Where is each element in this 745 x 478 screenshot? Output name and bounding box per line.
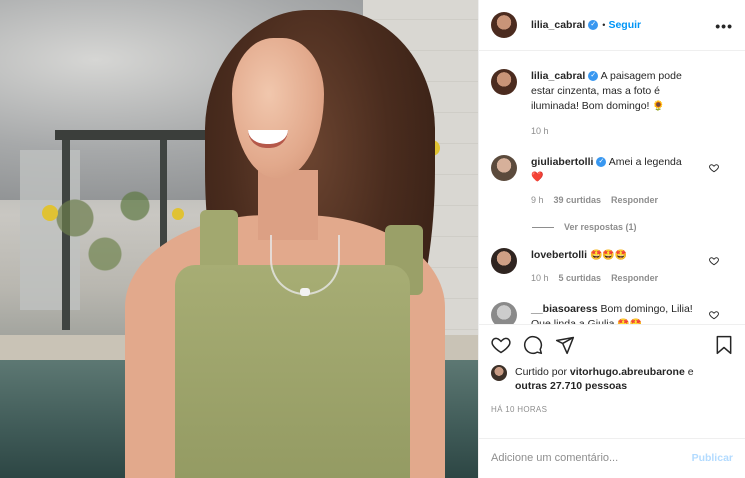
comment-icon[interactable] xyxy=(523,335,543,355)
separator-dot: • xyxy=(602,20,606,31)
author-avatar[interactable] xyxy=(491,12,517,39)
view-replies-label[interactable]: Ver respostas (1) xyxy=(564,222,637,232)
reply-button[interactable]: Responder xyxy=(611,193,658,208)
comment-username[interactable]: giuliabertolli xyxy=(531,156,593,168)
liker-username[interactable]: vitorhugo.abreubarone xyxy=(570,366,685,378)
comment-meta: 10 h 5 curtidas Responder xyxy=(531,271,705,286)
like-comment-icon[interactable] xyxy=(709,310,719,320)
post-timestamp[interactable]: HÁ 10 HORAS xyxy=(491,405,733,414)
caption-body: lilia_cabral ✓ A paisagem pode estar cinz… xyxy=(531,69,733,139)
likes-text: Curtido por vitorhugo.abreubarone e outr… xyxy=(515,365,694,393)
comment-username[interactable]: __biasoaress xyxy=(531,303,598,315)
comment-item: lovebertolli 🤩🤩🤩 10 h 5 curtidas Respond… xyxy=(491,248,733,286)
caption-meta: 10 h xyxy=(531,124,705,139)
comment-input[interactable] xyxy=(491,452,692,465)
photo-flower xyxy=(42,205,58,221)
comment-avatar[interactable] xyxy=(491,302,517,324)
publish-button[interactable]: Publicar xyxy=(692,452,733,464)
comment-body: giuliabertolli ✓ Amei a legenda ❤️ 9 h 39… xyxy=(531,155,733,208)
comment-likes[interactable]: 5 curtidas xyxy=(559,271,602,286)
comment-item: __biasoaress Bom domingo, Lilia! Que lin… xyxy=(491,302,733,324)
comment-likes[interactable]: 39 curtidas xyxy=(554,193,602,208)
verified-icon: ✓ xyxy=(596,157,607,168)
photo-flower xyxy=(172,208,184,220)
post-actions: Curtido por vitorhugo.abreubarone e outr… xyxy=(479,323,745,438)
like-icon[interactable] xyxy=(491,335,511,355)
likes-summary: Curtido por vitorhugo.abreubarone e outr… xyxy=(491,364,733,393)
likes-middle: e xyxy=(687,365,694,378)
heart-emoji: ❤️ xyxy=(531,172,544,184)
replies-line xyxy=(532,226,554,228)
share-icon[interactable] xyxy=(555,335,575,355)
comment-body: __biasoaress Bom domingo, Lilia! Que lin… xyxy=(531,302,733,324)
star-eyes-emoji: 🤩🤩🤩 xyxy=(589,250,628,262)
caption-avatar[interactable] xyxy=(491,69,517,96)
post-sidebar: lilia_cabral ✓ • Seguir ••• lilia_cabral… xyxy=(478,0,745,478)
comment-meta: 9 h 39 curtidas Responder xyxy=(531,193,705,208)
caption-username[interactable]: lilia_cabral xyxy=(531,70,585,82)
verified-icon: ✓ xyxy=(588,20,599,31)
comment-item: giuliabertolli ✓ Amei a legenda ❤️ 9 h 39… xyxy=(491,155,733,208)
post-photo[interactable] xyxy=(0,0,478,478)
caption-time[interactable]: 10 h xyxy=(531,124,549,139)
reply-button[interactable]: Responder xyxy=(611,271,658,286)
liker-avatar[interactable] xyxy=(491,364,507,381)
comment-avatar[interactable] xyxy=(491,155,517,182)
author-info: lilia_cabral ✓ • Seguir xyxy=(531,19,641,31)
author-username[interactable]: lilia_cabral xyxy=(531,19,585,31)
sunflower-emoji: 🌻 xyxy=(652,101,665,113)
comment-time[interactable]: 10 h xyxy=(531,271,549,286)
comment-username[interactable]: lovebertolli xyxy=(531,249,587,261)
likes-prefix: Curtido por xyxy=(515,365,567,378)
like-comment-icon[interactable] xyxy=(709,163,719,173)
photo-dress xyxy=(175,265,410,478)
comment-body: lovebertolli 🤩🤩🤩 10 h 5 curtidas Respond… xyxy=(531,248,733,286)
instagram-post: lilia_cabral ✓ • Seguir ••• lilia_cabral… xyxy=(0,0,745,478)
comment-avatar[interactable] xyxy=(491,248,517,275)
more-options-icon[interactable]: ••• xyxy=(715,18,733,34)
caption: lilia_cabral ✓ A paisagem pode estar cinz… xyxy=(491,69,733,139)
view-replies[interactable]: Ver respostas (1) xyxy=(532,222,733,232)
verified-icon: ✓ xyxy=(588,71,599,82)
photo-neck xyxy=(258,170,318,240)
photo-pendant xyxy=(300,288,310,296)
likes-others[interactable]: outras 27.710 pessoas xyxy=(515,380,627,392)
post-header: lilia_cabral ✓ • Seguir ••• xyxy=(479,0,745,52)
comment-time[interactable]: 9 h xyxy=(531,193,544,208)
bookmark-icon[interactable] xyxy=(715,335,733,355)
action-icons xyxy=(491,333,733,357)
comment-text: Amei a legenda xyxy=(608,156,682,169)
add-comment-bar: Publicar xyxy=(479,437,745,478)
comments-list[interactable]: lilia_cabral ✓ A paisagem pode estar cinz… xyxy=(479,51,745,324)
like-comment-icon[interactable] xyxy=(709,256,719,266)
follow-button[interactable]: Seguir xyxy=(608,19,641,31)
